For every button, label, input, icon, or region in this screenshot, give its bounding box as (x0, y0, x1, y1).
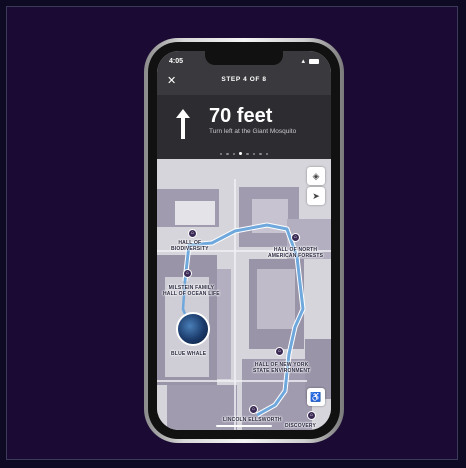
step-dots (157, 145, 331, 163)
instruction-text: Turn left at the Giant Mosquito (209, 128, 297, 135)
accessibility-icon[interactable]: ♿ (307, 388, 325, 406)
step-dot[interactable] (232, 152, 236, 156)
status-icons: ▴ (302, 57, 319, 65)
app-screen: 4:05 ▴ ✕ STEP 4 OF 8 70 feet Turn left a… (157, 51, 331, 430)
step-dot[interactable] (252, 152, 256, 156)
step-indicator: STEP 4 OF 8 (221, 76, 267, 83)
label-hall-of-biodiversity: HALL OF BIODIVERSITY (171, 240, 209, 252)
step-dot[interactable] (246, 152, 249, 156)
phone-device: 4:05 ▴ ✕ STEP 4 OF 8 70 feet Turn left a… (144, 38, 344, 443)
ocean-life-pin-icon[interactable]: ⌂ (183, 269, 192, 278)
lincoln-ellsworth-pin-icon[interactable]: ⌂ (249, 405, 258, 414)
status-time: 4:05 (169, 58, 184, 65)
step-dot[interactable] (239, 152, 243, 156)
battery-icon (309, 58, 319, 64)
label-blue-whale: BLUE WHALE (171, 351, 207, 357)
step-dot[interactable] (259, 152, 262, 156)
north-american-forests-pin-icon[interactable]: ⌂ (291, 233, 300, 242)
discovery-pin-icon[interactable]: ⌂ (307, 411, 316, 420)
distance-text: 70 feet (209, 105, 273, 127)
arrow-up-icon (176, 109, 190, 139)
step-dot[interactable] (226, 152, 229, 156)
phone-notch (205, 51, 283, 65)
instruction-panel: 70 feet Turn left at the Giant Mosquito (157, 95, 331, 159)
label-lincoln-ellsworth: LINCOLN ELLSWORTH (223, 417, 282, 423)
ny-environment-pin-icon[interactable]: ⌂ (275, 347, 284, 356)
museum-map[interactable]: ◈ ➤ ♿ ⌂ HALL OF BIODIVERSITY ⌂ HALL OF NO… (157, 159, 331, 430)
biodiversity-pin-icon[interactable]: ⌂ (188, 229, 197, 238)
step-dot[interactable] (219, 152, 223, 156)
navigation-header: 4:05 ▴ ✕ STEP 4 OF 8 70 feet Turn left a… (157, 51, 331, 159)
layers-icon[interactable]: ◈ (307, 167, 325, 185)
wifi-icon: ▴ (301, 58, 306, 65)
locate-arrow-icon[interactable]: ➤ (307, 187, 325, 205)
label-hall-of-ny-state-environment: HALL OF NEW YORK STATE ENVIRONMENT (253, 362, 311, 374)
label-hall-of-north-american-forests: HALL OF NORTH AMERICAN FORESTS (268, 247, 324, 259)
blue-whale-image[interactable] (176, 312, 210, 346)
home-indicator[interactable] (216, 425, 272, 427)
label-discovery: DISCOVERY (285, 423, 317, 429)
step-dot[interactable] (265, 152, 269, 156)
label-milstein-hall-of-ocean-life: MILSTEIN FAMILY HALL OF OCEAN LIFE (163, 285, 220, 297)
phone-bezel: 4:05 ▴ ✕ STEP 4 OF 8 70 feet Turn left a… (148, 42, 340, 439)
